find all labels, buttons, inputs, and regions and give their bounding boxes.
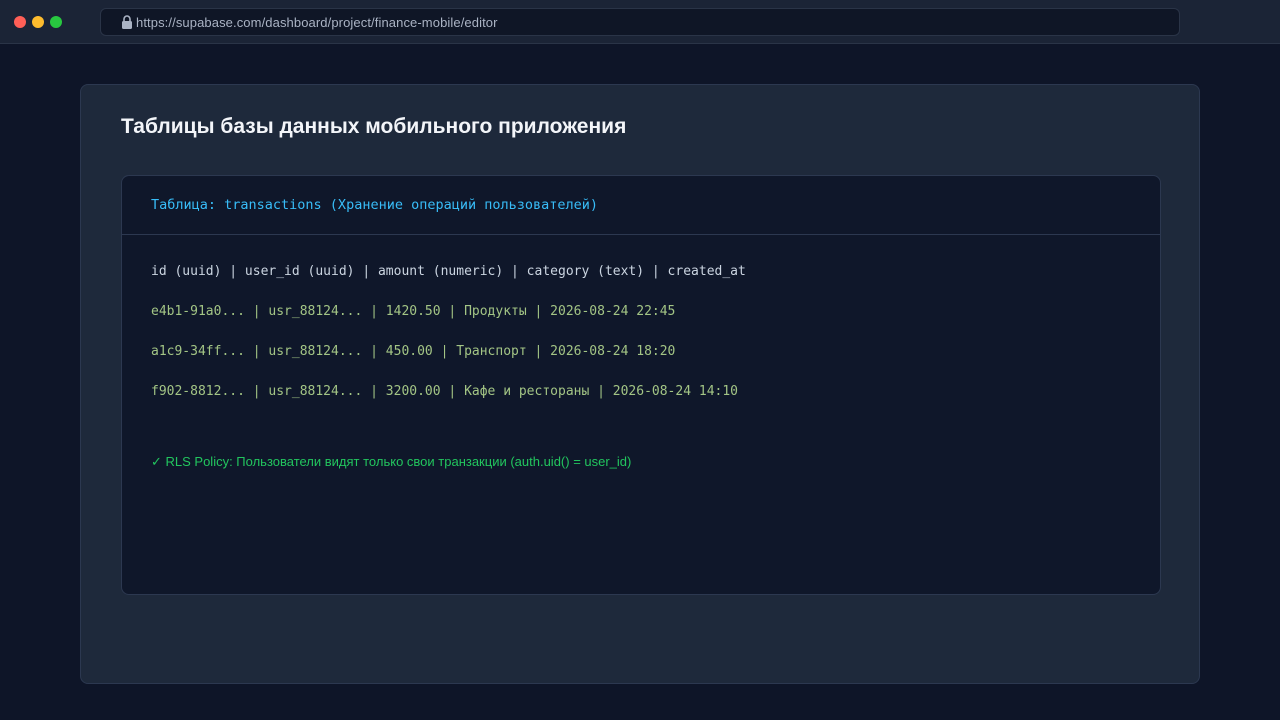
address-url: https://supabase.com/dashboard/project/f… [136,14,498,30]
table-card-header: Таблица: transactions (Хранение операций… [122,176,1160,235]
table-schema-row: id (uuid) | user_id (uuid) | amount (num… [151,264,746,279]
lock-icon [121,15,133,29]
page-title: Таблицы базы данных мобильного приложени… [121,115,627,138]
table-row: f902-8812... | usr_88124... | 3200.00 | … [151,384,738,399]
table-row: e4b1-91a0... | usr_88124... | 1420.50 | … [151,304,676,319]
minimize-window-button[interactable] [32,16,44,28]
table-card: Таблица: transactions (Хранение операций… [121,175,1161,595]
address-bar[interactable]: https://supabase.com/dashboard/project/f… [100,8,1180,36]
rls-policy-note: ✓ RLS Policy: Пользователи видят только … [151,454,632,469]
table-row: a1c9-34ff... | usr_88124... | 450.00 | Т… [151,344,676,359]
browser-toolbar: https://supabase.com/dashboard/project/f… [0,0,1280,44]
main-panel: Таблицы базы данных мобильного приложени… [80,84,1200,684]
maximize-window-button[interactable] [50,16,62,28]
close-window-button[interactable] [14,16,26,28]
table-card-title: Таблица: transactions (Хранение операций… [151,197,599,213]
